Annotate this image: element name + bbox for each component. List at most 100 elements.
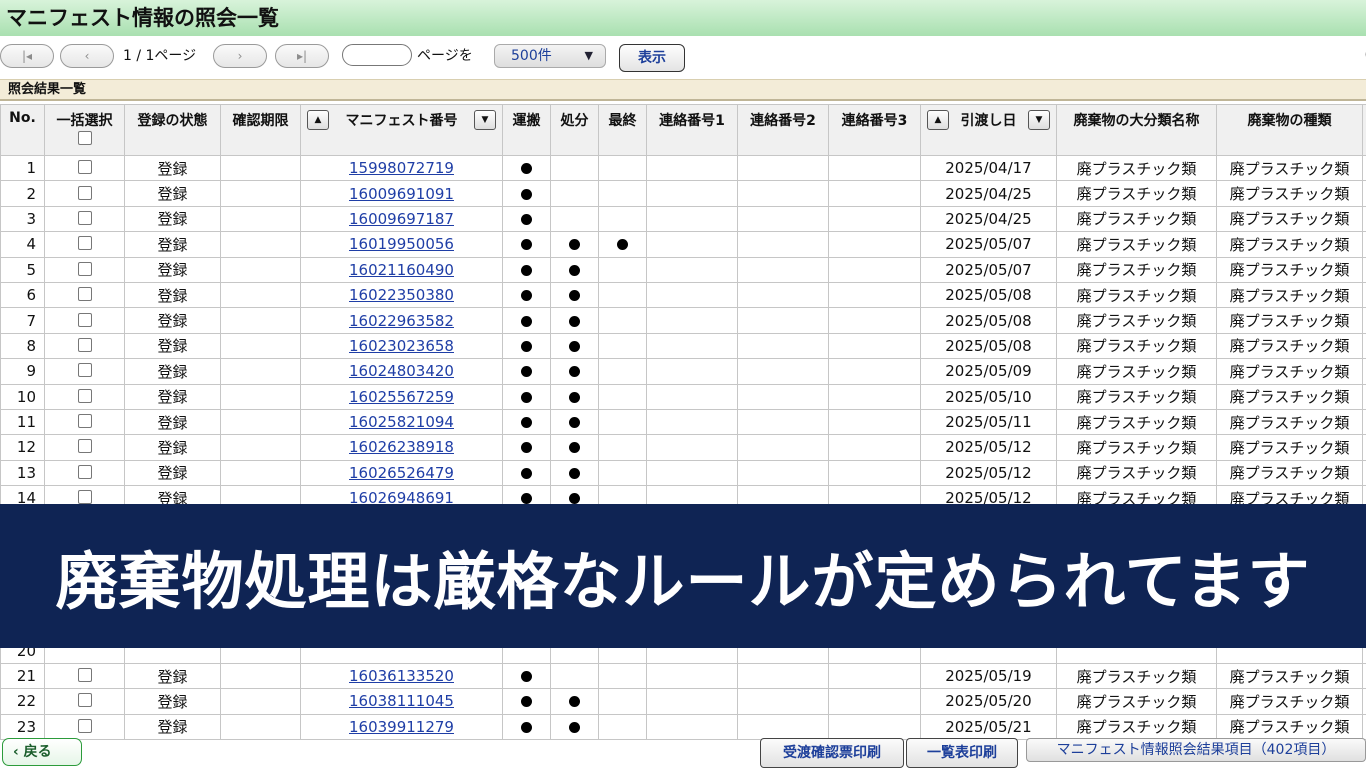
- row-final: [598, 408, 647, 436]
- row-deadline: [220, 358, 301, 385]
- manifest-number-link[interactable]: 16038111045: [349, 692, 454, 710]
- first-page-button[interactable]: |◂: [0, 44, 54, 68]
- receipt-print-button[interactable]: 受渡確認票印刷: [760, 738, 904, 768]
- row-manifest: 16025821094: [300, 408, 503, 436]
- manifest-number-link[interactable]: 16022350380: [349, 286, 454, 304]
- table-row: 10 登録 16025567259 2025/05/10 廃プラスチック類 廃プラスチック…: [0, 383, 1366, 410]
- row-contact2: [737, 408, 829, 436]
- row-final: [598, 154, 647, 182]
- row-checkbox[interactable]: [77, 312, 92, 327]
- row-status: 登録: [124, 358, 221, 385]
- row-checkbox[interactable]: [77, 185, 92, 200]
- row-checkbox[interactable]: [77, 160, 92, 175]
- row-disposal: [550, 180, 599, 207]
- row-no: 3: [0, 205, 45, 233]
- row-manifest: 16022963582: [300, 307, 503, 334]
- col-header-delivery: ▲ 引渡し日 ▼: [920, 104, 1057, 156]
- row-checkbox[interactable]: [77, 388, 92, 403]
- row-select-cell: [44, 231, 125, 258]
- row-disposal: [550, 434, 599, 461]
- row-type: 廃プラスチック類: [1216, 154, 1363, 182]
- manifest-number-link[interactable]: 16039911279: [349, 718, 454, 736]
- row-delivery-date: 2025/05/12: [920, 434, 1057, 461]
- manifest-number-link[interactable]: 16009691091: [349, 185, 454, 203]
- row-status: 登録: [124, 459, 221, 487]
- sort-asc-icon[interactable]: ▲: [307, 110, 329, 130]
- select-all-checkbox[interactable]: [77, 131, 92, 145]
- manifest-number-link[interactable]: 16026238918: [349, 438, 454, 456]
- row-checkbox[interactable]: [77, 210, 92, 225]
- row-checkbox[interactable]: [77, 236, 92, 251]
- row-delivery-date: 2025/05/07: [920, 231, 1057, 258]
- row-final: [598, 231, 647, 258]
- result-items-button[interactable]: マニフェスト情報照会結果項目（402項目）: [1026, 738, 1366, 762]
- list-print-button[interactable]: 一覧表印刷: [906, 738, 1018, 768]
- status-dot-icon: [521, 467, 532, 479]
- row-type: 廃プラスチック類: [1216, 281, 1363, 309]
- caption-banner: 廃棄物処理は厳格なルールが定められてます: [0, 504, 1366, 648]
- row-manifest: 16039911279: [300, 713, 503, 740]
- manifest-number-link[interactable]: 15998072719: [349, 159, 454, 177]
- col-header-type: 廃棄物の種類: [1216, 104, 1363, 156]
- row-checkbox[interactable]: [77, 414, 92, 429]
- row-category: 廃プラスチック類: [1056, 713, 1217, 740]
- row-disposal: [550, 154, 599, 182]
- row-deadline: [220, 434, 301, 461]
- row-checkbox[interactable]: [77, 363, 92, 378]
- manifest-number-link[interactable]: 16022963582: [349, 312, 454, 330]
- row-checkbox[interactable]: [77, 490, 92, 505]
- row-checkbox[interactable]: [77, 668, 92, 682]
- row-contact2: [737, 688, 829, 715]
- manifest-number-link[interactable]: 16021160490: [349, 261, 454, 279]
- manifest-number-link[interactable]: 16019950056: [349, 235, 454, 253]
- manifest-number-link[interactable]: 16036133520: [349, 667, 454, 685]
- status-dot-icon: [521, 391, 532, 403]
- show-button[interactable]: 表示: [619, 44, 685, 72]
- manifest-number-link[interactable]: 16009697187: [349, 210, 454, 228]
- row-category: 廃プラスチック類: [1056, 459, 1217, 487]
- row-final: [598, 434, 647, 461]
- last-page-button[interactable]: ▸|: [275, 44, 329, 68]
- table-row: 21 登録 16036133520 2025/05/19 廃プラスチック類 廃プラスチック…: [0, 662, 1366, 690]
- manifest-number-link[interactable]: 16026526479: [349, 464, 454, 482]
- col-header-contact2: 連絡番号2: [737, 104, 829, 156]
- per-page-select[interactable]: 500件 ▼: [494, 44, 606, 68]
- sort-asc-icon[interactable]: ▲: [927, 110, 949, 130]
- row-type: 廃プラスチック類: [1216, 408, 1363, 436]
- row-manifest: 16026526479: [300, 459, 503, 487]
- row-no: 6: [0, 281, 45, 309]
- back-button[interactable]: ‹ 戻る: [2, 738, 82, 766]
- sort-desc-icon[interactable]: ▼: [1028, 110, 1050, 130]
- row-deadline: [220, 205, 301, 233]
- table-row: 13 登録 16026526479 2025/05/12 廃プラスチック類 廃プラスチック…: [0, 459, 1366, 487]
- status-dot-icon: [521, 493, 532, 505]
- row-checkbox[interactable]: [77, 337, 92, 352]
- manifest-number-link[interactable]: 16025567259: [349, 388, 454, 406]
- row-checkbox[interactable]: [77, 287, 92, 302]
- row-delivery-date: 2025/04/25: [920, 205, 1057, 233]
- row-contact1: [646, 408, 738, 436]
- goto-page-input[interactable]: [342, 44, 412, 66]
- row-transport: [502, 358, 551, 385]
- row-checkbox[interactable]: [77, 439, 92, 454]
- sort-desc-icon[interactable]: ▼: [474, 110, 496, 130]
- row-disposal: [550, 459, 599, 487]
- next-page-button[interactable]: ›: [213, 44, 267, 68]
- row-contact3: [828, 205, 921, 233]
- status-dot-icon: [569, 340, 580, 352]
- row-checkbox[interactable]: [77, 464, 92, 479]
- table-row: 23 登録 16039911279 2025/05/21 廃プラスチック類 廃プラスチック…: [0, 713, 1366, 740]
- manifest-number-link[interactable]: 16023023658: [349, 337, 454, 355]
- manifest-number-link[interactable]: 16025821094: [349, 413, 454, 431]
- status-dot-icon: [521, 213, 532, 225]
- manifest-number-link[interactable]: 16024803420: [349, 362, 454, 380]
- row-checkbox[interactable]: [77, 718, 92, 733]
- prev-page-button[interactable]: ‹: [60, 44, 114, 68]
- row-category: 廃プラスチック類: [1056, 408, 1217, 436]
- row-manifest: 16038111045: [300, 688, 503, 715]
- row-extra: [1362, 180, 1366, 207]
- row-checkbox[interactable]: [77, 693, 92, 708]
- row-contact1: [646, 713, 738, 740]
- status-dot-icon: [569, 442, 580, 454]
- row-checkbox[interactable]: [77, 261, 92, 276]
